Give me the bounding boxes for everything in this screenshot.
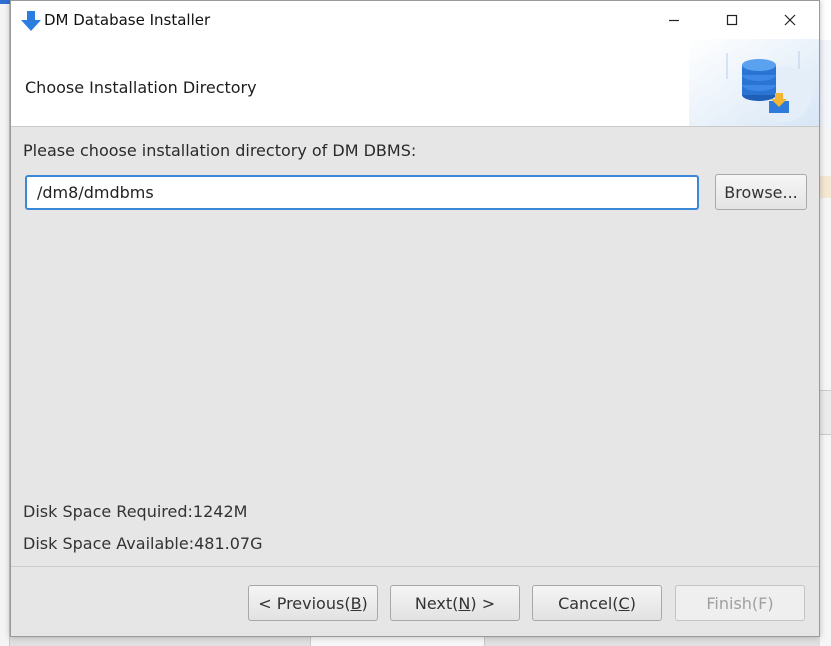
- maximize-icon: [726, 14, 738, 26]
- wizard-header: Choose Installation Directory: [11, 39, 819, 127]
- previous-button[interactable]: < Previous(B): [248, 585, 378, 621]
- directory-prompt: Please choose installation directory of …: [23, 141, 417, 160]
- disk-space-available: Disk Space Available:481.07G: [23, 534, 263, 553]
- next-mnemonic: N: [458, 593, 471, 613]
- page-title: Choose Installation Directory: [25, 78, 257, 97]
- finish-button[interactable]: Finish(F): [675, 585, 805, 621]
- browse-button[interactable]: Browse...: [715, 174, 807, 210]
- background-accent-strip: [0, 0, 10, 4]
- next-label-end: ) >: [470, 593, 496, 613]
- cancel-label-end: ): [629, 593, 636, 613]
- cancel-mnemonic: C: [618, 593, 630, 613]
- install-directory-input[interactable]: [25, 175, 699, 210]
- title-bar[interactable]: DM Database Installer: [11, 1, 819, 39]
- background-band: [820, 40, 831, 128]
- previous-mnemonic: B: [350, 593, 362, 613]
- wizard-footer: < Previous(B) Next(N) > Cancel(C) Finish…: [11, 566, 819, 636]
- next-label: Next(: [414, 593, 459, 613]
- window-title: DM Database Installer: [44, 11, 211, 29]
- close-icon: [784, 14, 796, 26]
- previous-label: < Previous(: [258, 593, 351, 613]
- installer-dialog: DM Database Installer Choose Installatio…: [10, 0, 820, 637]
- minimize-icon: [669, 19, 679, 22]
- minimize-button[interactable]: [645, 1, 703, 39]
- background-band: [820, 176, 831, 198]
- disk-space-required: Disk Space Required:1242M: [23, 502, 248, 521]
- background-segment: [310, 637, 485, 646]
- next-button[interactable]: Next(N) >: [390, 585, 520, 621]
- download-arrow-icon: [21, 10, 41, 32]
- database-install-icon: [689, 39, 819, 126]
- background-band: [820, 0, 831, 40]
- background-app-left: [0, 0, 10, 646]
- background-band: [820, 390, 831, 435]
- maximize-button[interactable]: [703, 1, 761, 39]
- cancel-button[interactable]: Cancel(C): [532, 585, 662, 621]
- background-app-right: [820, 0, 831, 646]
- close-button[interactable]: [761, 1, 819, 39]
- cancel-label: Cancel(: [558, 593, 619, 613]
- previous-label-end: ): [361, 593, 368, 613]
- wizard-content: Please choose installation directory of …: [11, 128, 819, 558]
- background-app-bottom: [10, 637, 820, 646]
